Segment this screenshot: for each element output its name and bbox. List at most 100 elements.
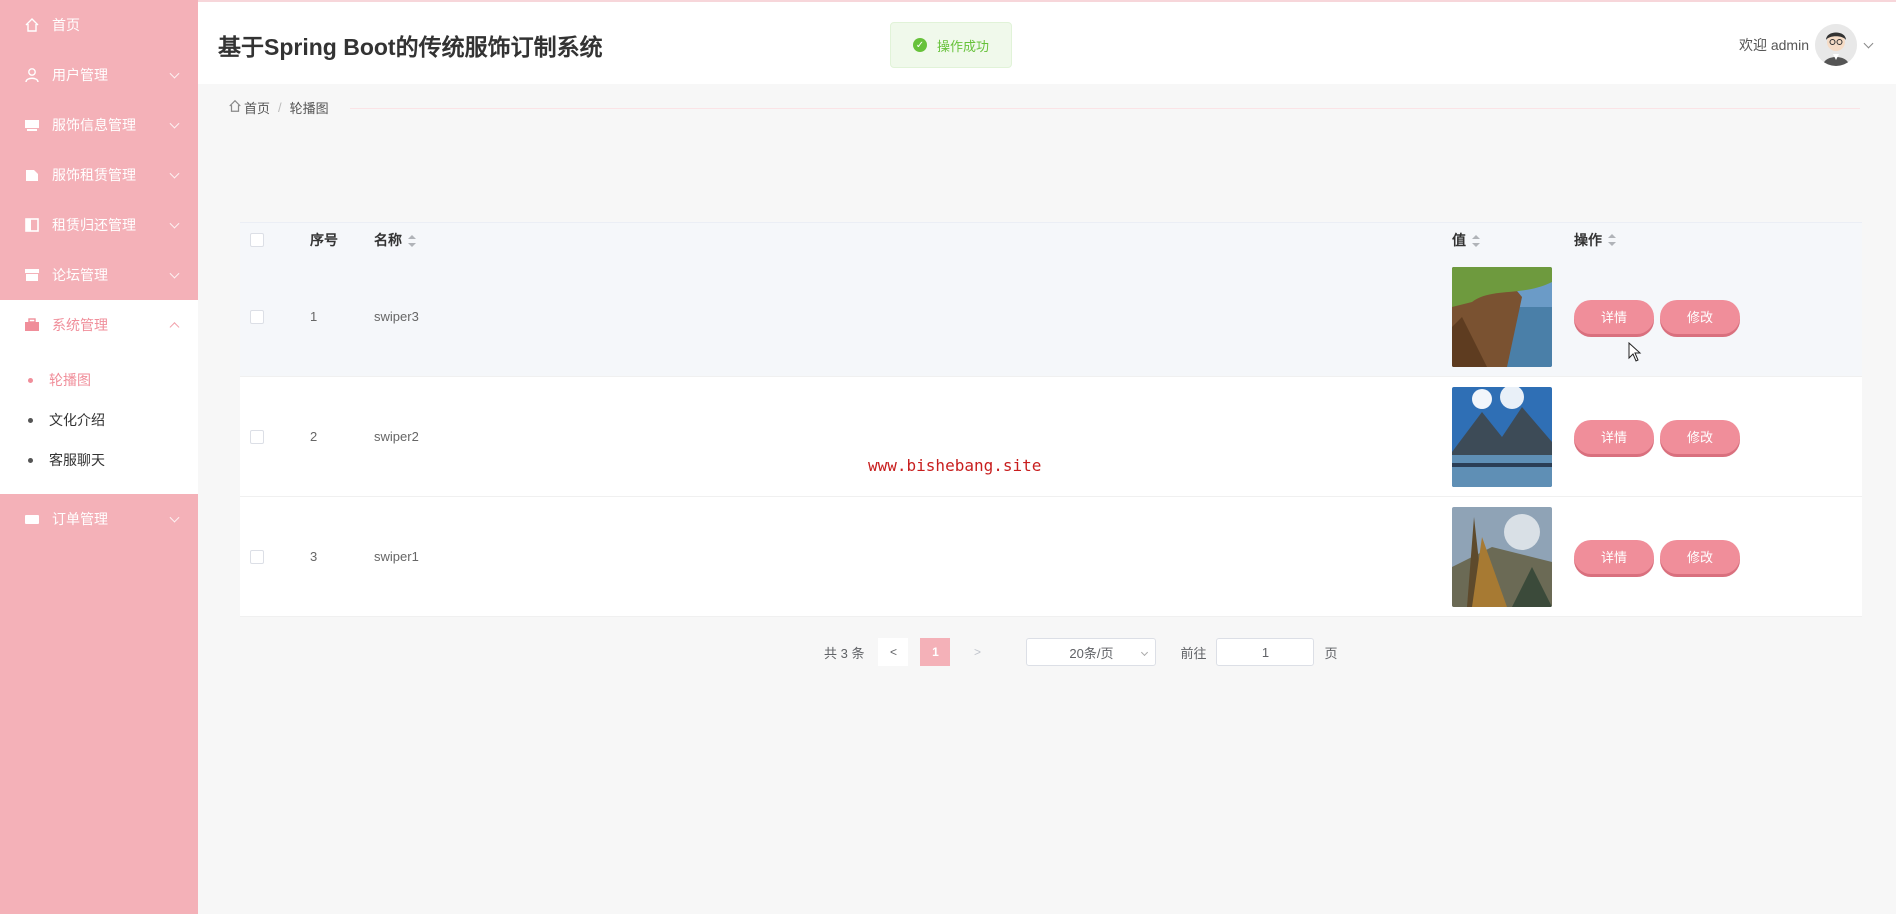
row-index: 2 — [310, 429, 318, 444]
column-header-value[interactable]: 值 — [1452, 230, 1574, 250]
sidebar-item-rental-return[interactable]: 租赁归还管理 — [0, 200, 198, 250]
chevron-down-icon[interactable] — [1863, 38, 1874, 48]
user-icon — [24, 67, 40, 83]
welcome-text: 欢迎 admin — [1738, 37, 1809, 53]
detail-button[interactable]: 详情 — [1574, 419, 1654, 454]
sidebar: 首页 用户管理 服饰信息管理 服饰租赁管理 租赁归还管理 论坛管理 系统管理 轮… — [0, 0, 198, 914]
prev-page-button[interactable]: < — [878, 638, 909, 666]
table-header: 序号 名称 值 操作 — [240, 223, 1862, 257]
sort-icon[interactable] — [1608, 234, 1616, 246]
sidebar-item-forum[interactable]: 论坛管理 — [0, 250, 198, 300]
sidebar-item-home[interactable]: 首页 — [0, 0, 198, 50]
watermark-text: www.bishebang.site — [868, 456, 1042, 475]
goto-page-input[interactable]: 1 — [1216, 638, 1315, 666]
submenu-item-carousel[interactable]: 轮播图 — [0, 360, 198, 400]
sidebar-item-label: 服饰租赁管理 — [52, 167, 136, 183]
carousel-thumbnail[interactable] — [1452, 506, 1552, 607]
carousel-thumbnail[interactable] — [1452, 386, 1552, 487]
table-row[interactable]: 3 swiper1 详情 修改 — [240, 497, 1862, 617]
sidebar-item-label: 系统管理 — [52, 317, 108, 333]
sidebar-item-label: 订单管理 — [52, 511, 108, 527]
column-header-index: 序号 — [310, 232, 338, 248]
column-header-label: 操作 — [1574, 232, 1602, 248]
detail-button[interactable]: 详情 — [1574, 299, 1654, 334]
edit-button[interactable]: 修改 — [1660, 419, 1740, 454]
next-page-button[interactable]: > — [962, 638, 992, 666]
chevron-down-icon — [169, 68, 180, 79]
sidebar-item-label: 论坛管理 — [52, 267, 108, 283]
page-number-1[interactable]: 1 — [920, 638, 951, 666]
detail-button[interactable]: 详情 — [1574, 539, 1654, 574]
row-checkbox[interactable] — [250, 309, 264, 324]
top-header: 基于Spring Boot的传统服饰订制系统 ✓ 操作成功 欢迎 admin — [198, 0, 1896, 84]
sidebar-item-system[interactable]: 系统管理 — [0, 300, 198, 350]
select-all-checkbox[interactable] — [250, 233, 264, 247]
edit-button[interactable]: 修改 — [1660, 299, 1740, 334]
page-size-select[interactable]: 20条/页 — [1026, 638, 1157, 666]
bullet-icon — [28, 457, 33, 463]
home-icon — [228, 99, 242, 116]
page-suffix: 页 — [1324, 645, 1338, 661]
bullet-icon — [28, 377, 33, 383]
submenu-item-culture[interactable]: 文化介绍 — [0, 400, 198, 440]
edit-button[interactable]: 修改 — [1660, 539, 1740, 574]
row-name: swiper3 — [374, 309, 419, 324]
breadcrumb-separator: / — [278, 100, 282, 115]
page-size-value: 20条/页 — [1069, 645, 1114, 661]
sidebar-item-label: 租赁归还管理 — [52, 217, 136, 233]
sidebar-item-label: 服饰信息管理 — [52, 117, 136, 133]
check-circle-icon: ✓ — [913, 38, 927, 52]
sidebar-item-clothing-info[interactable]: 服饰信息管理 — [0, 100, 198, 150]
monitor-icon — [24, 117, 40, 133]
chevron-down-icon — [169, 268, 180, 279]
sidebar-item-clothing-rental[interactable]: 服饰租赁管理 — [0, 150, 198, 200]
submenu-item-label: 客服聊天 — [49, 452, 105, 468]
row-checkbox[interactable] — [250, 429, 264, 444]
cart-icon — [24, 511, 40, 527]
sidebar-item-orders[interactable]: 订单管理 — [0, 494, 198, 544]
user-menu[interactable]: 欢迎 admin — [1738, 24, 1874, 66]
carousel-thumbnail[interactable] — [1452, 266, 1552, 367]
column-header-label: 值 — [1452, 232, 1466, 248]
app-title: 基于Spring Boot的传统服饰订制系统 — [218, 34, 603, 60]
pagination: 共 3 条 < 1 > 20条/页 前往 1 页 — [824, 638, 1338, 666]
bullet-icon — [28, 417, 33, 423]
chevron-down-icon — [1141, 648, 1149, 657]
carousel-table: 序号 名称 值 操作 1 swiper3 详情 修改 2 swiper2 详情 … — [240, 222, 1862, 617]
book-icon — [24, 217, 40, 233]
chevron-down-icon — [169, 512, 180, 523]
toast-message: 操作成功 — [937, 38, 990, 54]
row-index: 1 — [310, 309, 318, 324]
row-name: swiper2 — [374, 429, 419, 444]
row-checkbox[interactable] — [250, 549, 264, 564]
sort-icon[interactable] — [1472, 235, 1480, 248]
submenu-item-chat[interactable]: 客服聊天 — [0, 440, 198, 480]
column-header-name[interactable]: 名称 — [374, 230, 1452, 250]
sidebar-item-label: 用户管理 — [52, 67, 108, 83]
chevron-down-icon — [169, 168, 180, 179]
table-row[interactable]: 2 swiper2 详情 修改 — [240, 377, 1862, 497]
chevron-down-icon — [169, 118, 180, 129]
table-row[interactable]: 1 swiper3 详情 修改 — [240, 257, 1862, 377]
chevron-down-icon — [169, 218, 180, 229]
column-header-label: 名称 — [374, 232, 402, 248]
breadcrumb-current: 轮播图 — [289, 101, 329, 116]
pagination-total: 共 3 条 — [824, 645, 865, 661]
column-header-action[interactable]: 操作 — [1574, 230, 1862, 250]
sidebar-item-user-management[interactable]: 用户管理 — [0, 50, 198, 100]
mouse-cursor-icon — [1628, 342, 1642, 362]
sidebar-item-label: 首页 — [52, 17, 80, 33]
box-icon — [24, 267, 40, 283]
row-index: 3 — [310, 549, 318, 564]
document-icon — [24, 167, 40, 183]
system-submenu: 轮播图 文化介绍 客服聊天 — [0, 350, 198, 494]
row-name: swiper1 — [374, 549, 419, 564]
breadcrumb-home[interactable]: 首页 — [244, 98, 270, 117]
submenu-item-label: 文化介绍 — [49, 412, 105, 428]
avatar[interactable] — [1815, 24, 1857, 66]
briefcase-icon — [24, 317, 40, 333]
submenu-item-label: 轮播图 — [49, 372, 91, 388]
sort-icon[interactable] — [408, 235, 416, 248]
breadcrumb-divider — [350, 108, 1860, 109]
home-icon — [24, 17, 40, 33]
